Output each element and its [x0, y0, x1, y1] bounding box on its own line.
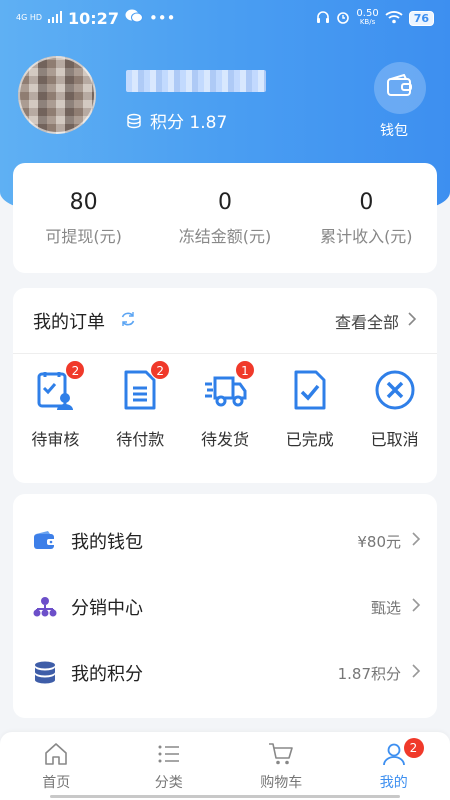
view-all-label: 查看全部 [334, 312, 399, 332]
menu-value: 1.87积分 [337, 664, 401, 683]
chevron-right-icon [407, 311, 417, 331]
truck-icon [203, 376, 247, 416]
tab-mine[interactable]: 2 我的 [338, 732, 450, 800]
order-status-label: 待发货 [200, 430, 249, 449]
stat-label: 累计收入(元) [320, 226, 413, 246]
menu-label: 分销中心 [71, 598, 143, 619]
database-icon [33, 661, 57, 685]
order-status-pending-payment[interactable]: 2 待付款 [98, 360, 183, 450]
tab-label: 首页 [42, 775, 71, 791]
wechat-icon [125, 9, 143, 27]
more-notifications-icon: ••• [148, 9, 176, 27]
wallet-header-icon [386, 73, 414, 102]
stat-frozen[interactable]: 0 冻结金额(元) [154, 190, 295, 247]
order-status-completed[interactable]: 已完成 [267, 368, 352, 450]
balance-stats-card: 80 可提现(元) 0 冻结金额(元) 0 累计收入(元) [13, 163, 437, 273]
order-count-badge: 2 [150, 360, 171, 380]
order-count-badge: 2 [65, 360, 86, 380]
tab-category[interactable]: 分类 [113, 732, 226, 800]
points-summary[interactable]: 积分 1.87 [126, 108, 227, 133]
list-icon [156, 745, 182, 770]
bottom-tab-bar: 首页 分类 购物车 2 我的 [0, 732, 450, 800]
stat-total-income[interactable]: 0 累计收入(元) [296, 190, 437, 247]
stat-value: 80 [69, 189, 98, 215]
menu-item-my-wallet[interactable]: 我的钱包 ¥80元 [13, 508, 437, 574]
order-status-pending-review[interactable]: 2 待审核 [13, 360, 98, 450]
stat-value: 0 [217, 189, 232, 215]
cart-icon [268, 743, 294, 770]
order-status-label: 待付款 [116, 430, 165, 449]
my-orders-card: 我的订单 查看全部 2 待审核 2 待付款 1 待发货 已完成 已取消 [13, 288, 437, 483]
hierarchy-icon [33, 595, 57, 619]
coin-stack-icon [126, 113, 142, 129]
tab-label: 我的 [379, 775, 408, 791]
menu-value: ¥80元 [357, 532, 401, 551]
stat-withdrawable[interactable]: 80 可提现(元) [13, 190, 154, 247]
wifi-icon [385, 10, 403, 27]
signal-icon [48, 9, 63, 27]
wallet-label: 钱包 [380, 123, 408, 139]
order-status-label: 已取消 [370, 430, 419, 449]
chevron-right-icon [411, 531, 421, 551]
status-time: 10:27 [68, 8, 119, 28]
network-speed-unit: KB/s [359, 18, 376, 26]
stat-label: 可提现(元) [45, 226, 122, 246]
chevron-right-icon [411, 663, 421, 683]
home-icon [43, 743, 69, 770]
menu-label: 我的积分 [71, 664, 143, 685]
wallet-icon [33, 529, 57, 553]
tab-home[interactable]: 首页 [0, 732, 113, 800]
refresh-icon[interactable] [119, 310, 137, 332]
alarm-icon [336, 10, 350, 27]
home-indicator [50, 795, 400, 798]
menu-item-my-points[interactable]: 我的积分 1.87积分 [13, 640, 437, 706]
username-blurred [126, 70, 266, 92]
document-check-icon [288, 370, 332, 416]
tab-badge: 2 [403, 738, 424, 758]
tab-label: 分类 [154, 775, 183, 791]
clipboard-user-icon [33, 372, 77, 416]
cancel-circle-icon [373, 370, 417, 416]
status-bar: 4G HD 10:27 ••• 0.50 KB/s 76 [0, 0, 450, 36]
points-label: 积分 1.87 [150, 113, 228, 133]
view-all-orders-link[interactable]: 查看全部 [335, 309, 417, 333]
order-status-label: 待审核 [31, 430, 80, 449]
orders-header: 我的订单 查看全部 [13, 288, 437, 354]
headphones-icon [316, 10, 330, 27]
battery-indicator: 76 [408, 10, 434, 26]
menu-label: 我的钱包 [71, 532, 143, 553]
order-status-list: 2 待审核 2 待付款 1 待发货 已完成 已取消 [13, 354, 437, 450]
wallet-button[interactable] [374, 62, 426, 114]
network-speed: 0.50 [356, 8, 379, 19]
order-count-badge: 1 [234, 360, 255, 380]
menu-list-card: 我的钱包 ¥80元 分销中心 甄选 我的积分 1.87积分 [13, 494, 437, 718]
avatar[interactable] [18, 56, 96, 134]
stat-value: 0 [359, 189, 374, 215]
document-icon [118, 370, 162, 416]
tab-label: 购物车 [260, 775, 303, 791]
user-icon [381, 743, 407, 770]
orders-title: 我的订单 [33, 311, 105, 333]
network-indicator: 4G HD [16, 13, 43, 22]
menu-value: 甄选 [370, 598, 401, 617]
order-status-pending-shipment[interactable]: 1 待发货 [183, 360, 268, 450]
chevron-right-icon [411, 597, 421, 617]
order-status-cancelled[interactable]: 已取消 [352, 368, 437, 450]
menu-item-distribution-center[interactable]: 分销中心 甄选 [13, 574, 437, 640]
order-status-label: 已完成 [285, 430, 334, 449]
tab-cart[interactable]: 购物车 [225, 732, 338, 800]
stat-label: 冻结金额(元) [178, 226, 272, 246]
